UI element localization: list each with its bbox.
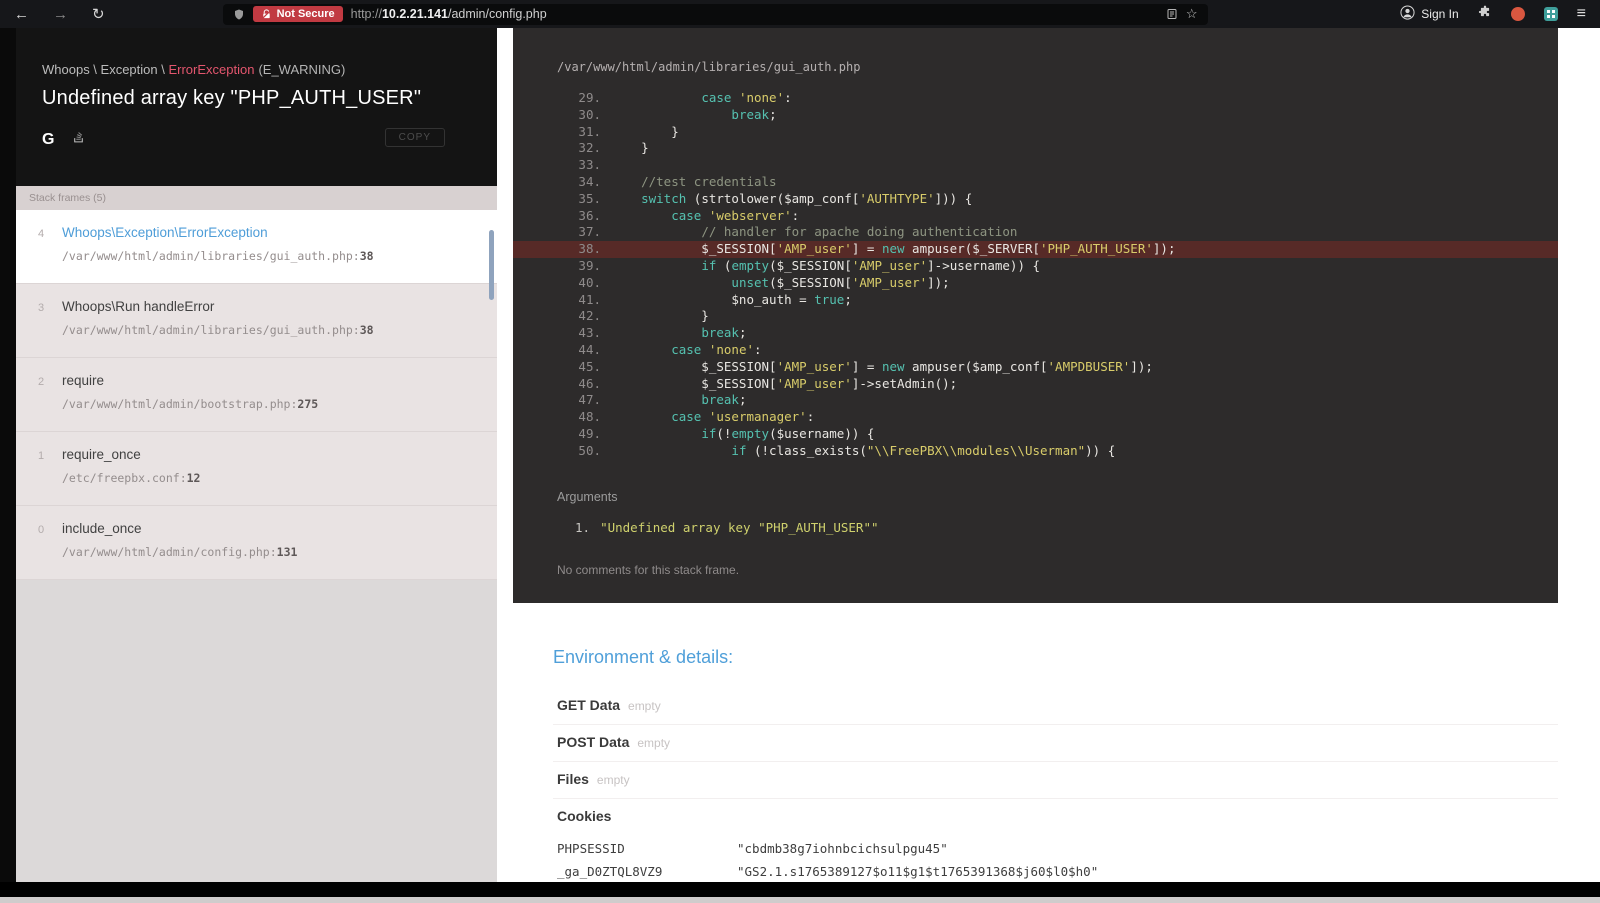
arguments-label: Arguments bbox=[557, 489, 618, 504]
lock-slash-icon bbox=[261, 8, 272, 20]
stack-frames-header: Stack frames (5) bbox=[16, 186, 497, 210]
breadcrumb-prefix: Whoops \ Exception \ bbox=[42, 62, 169, 77]
menu-button[interactable]: ≡ bbox=[1577, 5, 1586, 23]
reader-mode-icon[interactable] bbox=[1166, 8, 1178, 20]
left-column: Whoops \ Exception \ ErrorException (E_WA… bbox=[16, 28, 497, 882]
code-line-37: 37. // handler for apache doing authenti… bbox=[578, 224, 1018, 240]
back-button[interactable]: ← bbox=[14, 7, 29, 22]
arguments-list: 1. "Undefined array key "PHP_AUTH_USER"" bbox=[513, 520, 1558, 535]
left-column-filler bbox=[16, 580, 497, 882]
stack-frame-3[interactable]: 3 Whoops\Run handleError/var/www/html/adm… bbox=[16, 284, 497, 358]
bottom-light-bar bbox=[0, 897, 1600, 903]
code-block: 29. case 'none': 30. break; 31. } 32. } 33. 3… bbox=[513, 90, 1558, 460]
account-icon bbox=[1400, 5, 1415, 23]
copy-button[interactable]: COPY bbox=[384, 128, 445, 147]
extensions-puzzle-icon[interactable] bbox=[1478, 5, 1492, 24]
bottom-margin bbox=[0, 882, 1600, 903]
address-bar[interactable]: Not Secure http://10.2.21.141/admin/conf… bbox=[222, 3, 1208, 25]
details-sections: GET Data empty POST Data empty Files empty Coo… bbox=[553, 688, 1558, 882]
code-line-41: 41. $no_auth = true; bbox=[578, 291, 852, 307]
code-line-35: 35. switch (strtolower($amp_conf['AUTHTY… bbox=[578, 190, 973, 206]
cookie-row: _ga_D0ZTQL8VZ9 "GS2.1.s1765389127$o11$g1$… bbox=[557, 863, 1099, 879]
bottom-black-bar bbox=[0, 882, 1600, 897]
url-path: /admin/config.php bbox=[447, 7, 547, 21]
sign-in-label: Sign In bbox=[1421, 7, 1459, 21]
code-line-49: 49. if(!empty($username)) { bbox=[578, 425, 875, 441]
code-line-44: 44. case 'none': bbox=[578, 341, 762, 357]
url-scheme: http:// bbox=[350, 7, 382, 21]
stack-frame-0[interactable]: 0 include_once/var/www/html/admin/config.… bbox=[16, 506, 497, 580]
code-line-34: 34. //test credentials bbox=[578, 173, 777, 189]
whoops-error-page: Whoops \ Exception \ ErrorException (E_WA… bbox=[16, 28, 1600, 882]
environment-details-panel: Environment & details: GET Data empty POST… bbox=[513, 603, 1558, 882]
code-line-43: 43. break; bbox=[578, 325, 747, 341]
code-line-29: 29. case 'none': bbox=[578, 90, 792, 105]
detail-section: GET Data empty bbox=[553, 688, 1558, 725]
reload-button[interactable]: ↻ bbox=[92, 7, 105, 22]
exception-severity: (E_WARNING) bbox=[258, 62, 346, 77]
code-line-50: 50. if (!class_exists("\\FreePBX\\module… bbox=[578, 442, 1116, 458]
code-panel: /var/www/html/admin/libraries/gui_auth.p… bbox=[513, 28, 1558, 603]
sign-in-button[interactable]: Sign In bbox=[1400, 5, 1459, 23]
code-line-36: 36. case 'webserver': bbox=[578, 207, 800, 223]
browser-chrome: ← → ↻ Not Secure http://10.2.21.141/admi… bbox=[0, 0, 1600, 28]
screen: ← → ↻ Not Secure http://10.2.21.141/admi… bbox=[0, 0, 1600, 903]
frames-scrollbar[interactable] bbox=[489, 230, 494, 300]
stack-frame-4[interactable]: 4 Whoops\Exception\ErrorException/var/www… bbox=[16, 210, 497, 284]
exception-breadcrumb: Whoops \ Exception \ ErrorException (E_WA… bbox=[42, 62, 471, 77]
exception-class: ErrorException bbox=[168, 62, 255, 77]
code-line-32: 32. } bbox=[578, 140, 649, 156]
code-line-31: 31. } bbox=[578, 123, 679, 139]
source-file-path: /var/www/html/admin/libraries/gui_auth.p… bbox=[557, 60, 861, 74]
nav-buttons: ← → ↻ bbox=[14, 7, 105, 22]
stack-frames-list: 4 Whoops\Exception\ErrorException/var/www… bbox=[16, 210, 497, 580]
right-column: /var/www/html/admin/libraries/gui_auth.p… bbox=[513, 28, 1600, 882]
url-text: http://10.2.21.141/admin/config.php bbox=[351, 7, 547, 21]
profile-avatar-icon[interactable] bbox=[1510, 7, 1525, 21]
not-secure-badge[interactable]: Not Secure bbox=[252, 6, 343, 22]
forward-button[interactable]: → bbox=[53, 7, 68, 22]
stack-frame-1[interactable]: 1 require_once/etc/freepbx.conf:12 bbox=[16, 432, 497, 506]
code-line-42: 42. } bbox=[578, 308, 709, 324]
code-line-46: 46. $_SESSION['AMP_user']->setAdmin(); bbox=[578, 375, 958, 391]
detail-section: Cookies PHPSESSID "cbdmb38g7iohnbcichsulpg… bbox=[553, 799, 1558, 882]
code-line-30: 30. break; bbox=[578, 106, 777, 122]
shield-icon[interactable] bbox=[233, 8, 245, 21]
frame-comments-note: No comments for this stack frame. bbox=[557, 562, 740, 577]
code-line-33: 33. bbox=[578, 157, 601, 173]
cookie-row: PHPSESSID "cbdmb38g7iohnbcichsulpgu45" bbox=[557, 840, 948, 856]
left-black-margin bbox=[0, 28, 16, 882]
apps-grid-icon[interactable] bbox=[1543, 7, 1558, 21]
google-search-icon[interactable]: G bbox=[42, 131, 54, 148]
argument-value: 1. "Undefined array key "PHP_AUTH_USER"" bbox=[575, 519, 879, 535]
exception-message: Undefined array key "PHP_AUTH_USER" bbox=[42, 87, 422, 109]
code-line-45: 45. $_SESSION['AMP_user'] = new ampuser(… bbox=[578, 358, 1153, 374]
url-host: 10.2.21.141 bbox=[381, 7, 448, 21]
details-title: Environment & details: bbox=[553, 646, 734, 667]
bookmark-star-icon[interactable]: ☆ bbox=[1186, 6, 1198, 22]
chrome-right-cluster: Sign In ≡ bbox=[1400, 5, 1586, 24]
code-line-39: 39. if (empty($_SESSION['AMP_user']->use… bbox=[578, 257, 1041, 273]
detail-section: POST Data empty bbox=[553, 725, 1558, 762]
page: Whoops \ Exception \ ErrorException (E_WA… bbox=[0, 28, 1600, 882]
code-line-48: 48. case 'usermanager': bbox=[578, 409, 815, 425]
not-secure-label: Not Secure bbox=[276, 8, 335, 20]
stack-frame-2[interactable]: 2 require/var/www/html/admin/bootstrap.ph… bbox=[16, 358, 497, 432]
detail-section: Files empty bbox=[553, 762, 1558, 799]
code-line-38: 38. $_SESSION['AMP_user'] = new ampuser(… bbox=[513, 241, 1558, 258]
exception-header: Whoops \ Exception \ ErrorException (E_WA… bbox=[16, 28, 497, 186]
stackoverflow-search-icon[interactable] bbox=[72, 130, 85, 149]
code-line-47: 47. break; bbox=[578, 392, 747, 408]
code-line-40: 40. unset($_SESSION['AMP_user']); bbox=[578, 274, 950, 290]
